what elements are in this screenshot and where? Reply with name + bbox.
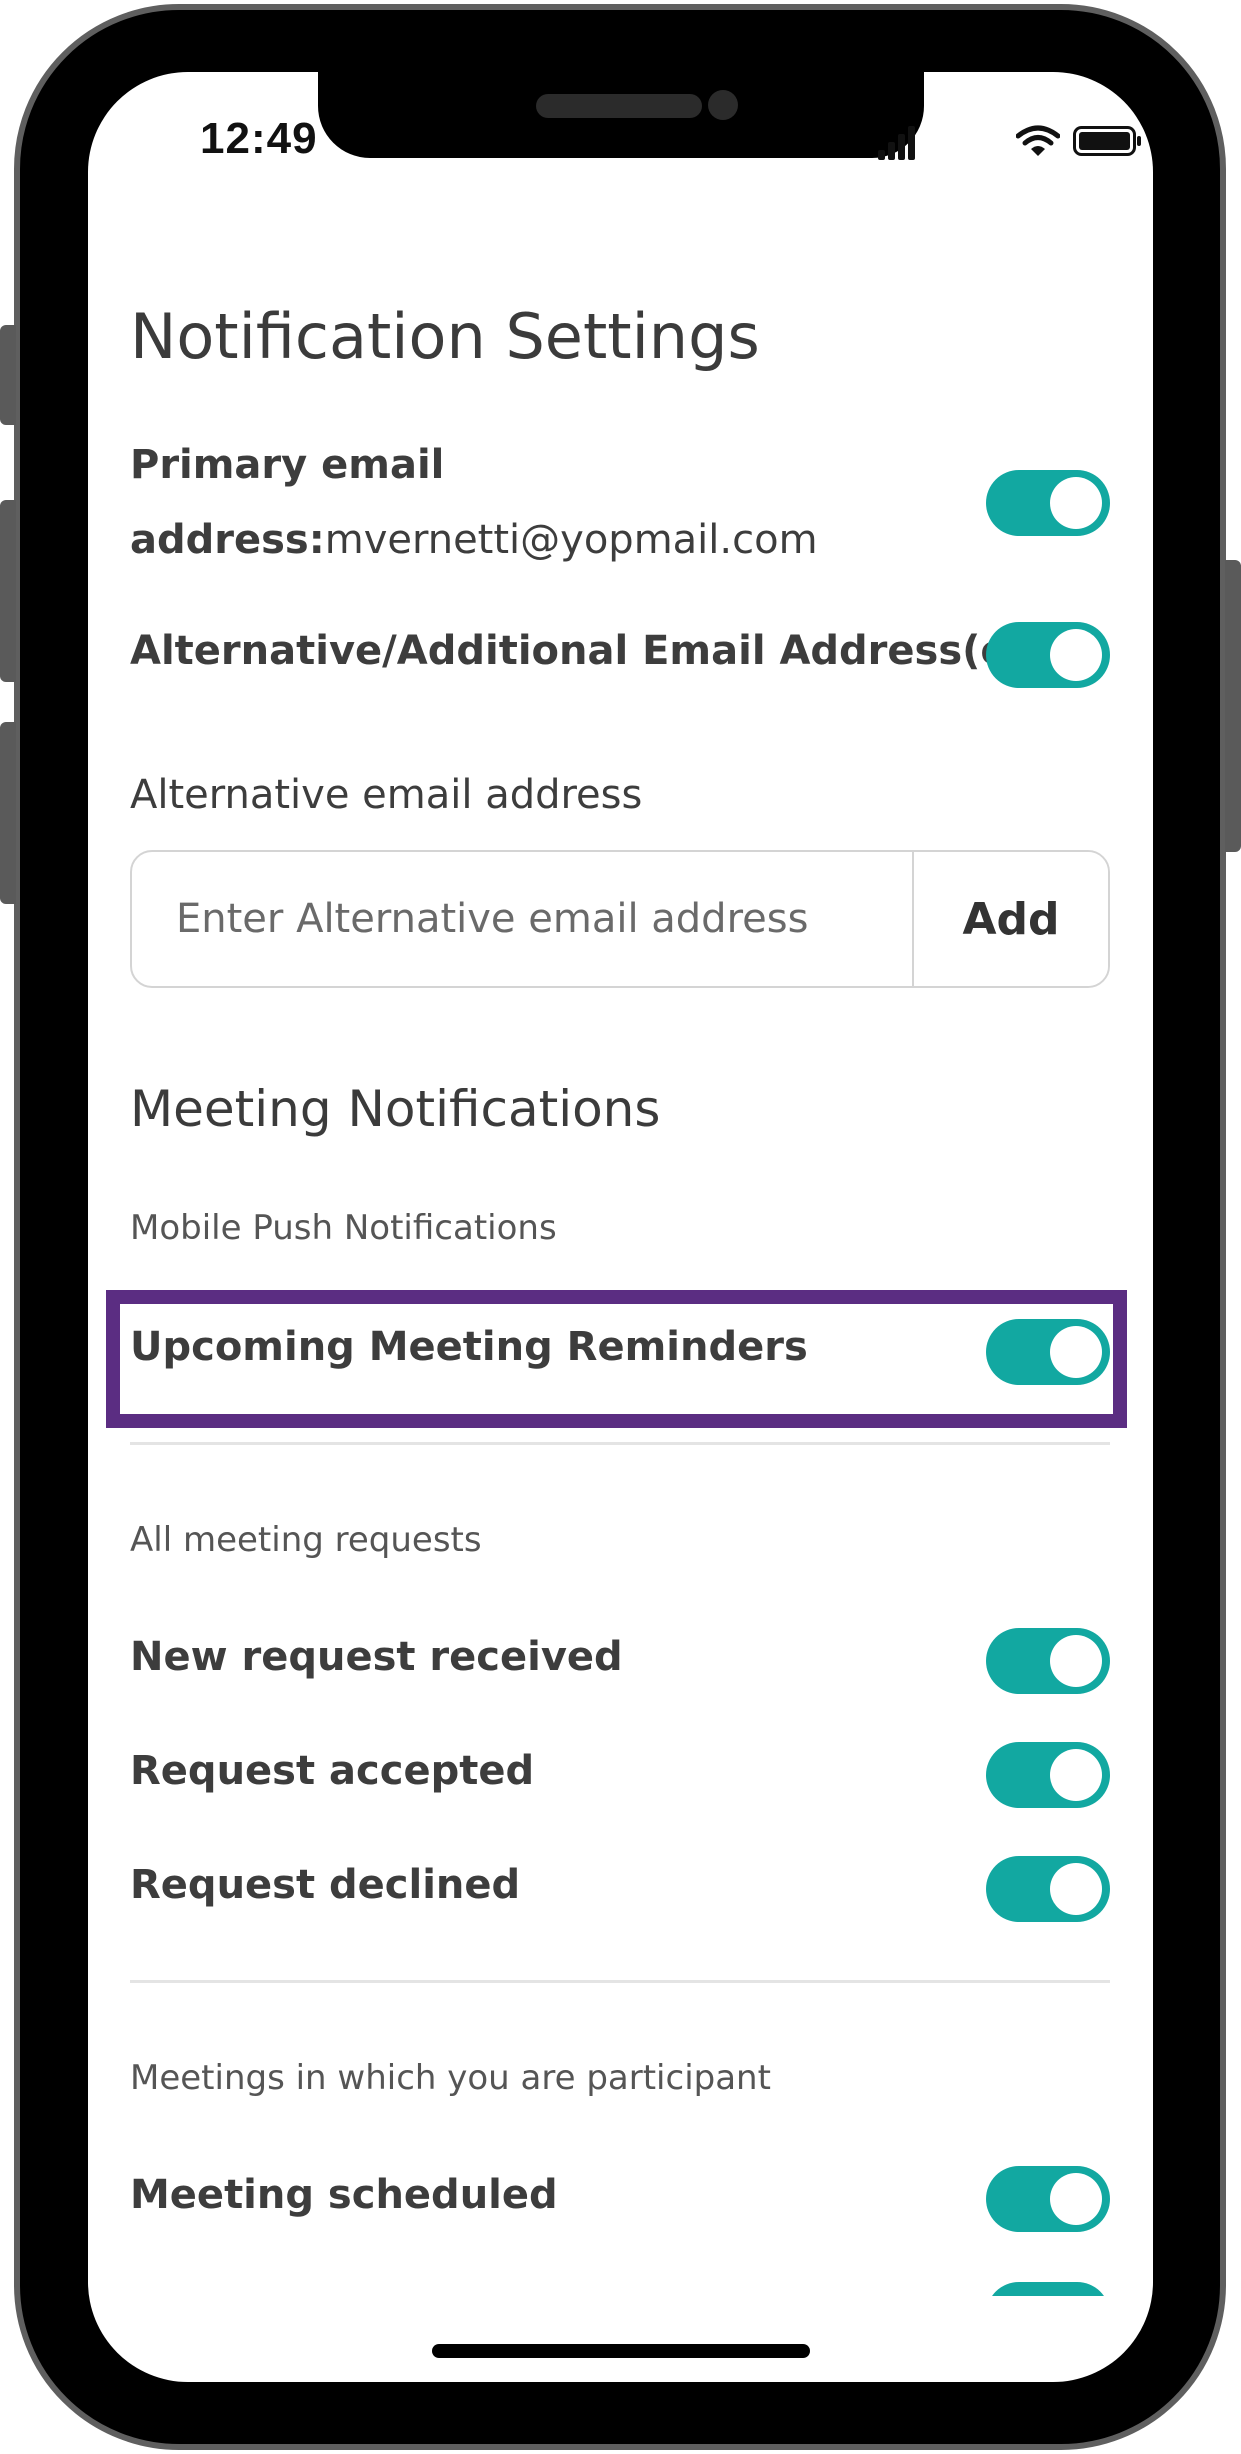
add-email-button[interactable]: Add [912, 852, 1108, 986]
request-declined-toggle[interactable] [986, 1856, 1110, 1922]
push-notifications-caption: Mobile Push Notifications [130, 1208, 557, 1248]
power-button [1225, 560, 1241, 852]
volume-down-button [0, 722, 16, 904]
partial-toggle[interactable] [986, 2282, 1110, 2296]
primary-email-toggle[interactable] [986, 470, 1110, 536]
toggle-knob [1050, 1749, 1102, 1801]
primary-email-address: address:mvernetti@yopmail.com [130, 517, 818, 563]
toggle-knob [1050, 2173, 1102, 2225]
new-request-label: New request received [130, 1634, 623, 1680]
phone-screen: 12:49 Notification Settings Primary emai… [88, 72, 1153, 2382]
primary-email-label: Primary email [130, 442, 445, 488]
request-accepted-toggle[interactable] [986, 1742, 1110, 1808]
alternative-email-group: Add [130, 850, 1110, 988]
front-camera [708, 90, 738, 120]
toggle-knob [1050, 477, 1102, 529]
toggle-knob [1050, 1863, 1102, 1915]
highlight-box [106, 1290, 1127, 1428]
mute-switch [0, 325, 16, 425]
all-requests-caption: All meeting requests [130, 1520, 482, 1560]
participant-caption: Meetings in which you are participant [130, 2058, 771, 2098]
new-request-toggle[interactable] [986, 1628, 1110, 1694]
alternative-email-toggle[interactable] [986, 622, 1110, 688]
signal-icon [878, 120, 918, 160]
request-accepted-label: Request accepted [130, 1748, 535, 1794]
section-divider [130, 1442, 1110, 1445]
toggle-knob [1050, 629, 1102, 681]
alternative-email-label: Alternative email address [130, 772, 643, 818]
notch [318, 72, 924, 158]
meeting-scheduled-label: Meeting scheduled [130, 2172, 558, 2218]
meeting-scheduled-toggle[interactable] [986, 2166, 1110, 2232]
speaker-grille [536, 94, 702, 118]
primary-email-value: mvernetti@yopmail.com [324, 517, 818, 563]
primary-email-prefix: address: [130, 517, 325, 563]
status-time: 12:49 [200, 114, 318, 163]
volume-up-button [0, 500, 16, 682]
section-divider [130, 1980, 1110, 1983]
status-icons [878, 120, 1141, 170]
alternative-email-input[interactable] [132, 852, 912, 986]
alternative-email-toggle-label: Alternative/Additional Email Address(es) [130, 628, 1050, 674]
home-indicator[interactable] [432, 2344, 810, 2358]
request-declined-label: Request declined [130, 1862, 521, 1908]
wifi-icon [1016, 125, 1060, 156]
meeting-notifications-title: Meeting Notifications [130, 1080, 661, 1138]
battery-icon [1073, 126, 1141, 156]
page-title: Notification Settings [130, 300, 760, 373]
toggle-knob [1050, 1635, 1102, 1687]
